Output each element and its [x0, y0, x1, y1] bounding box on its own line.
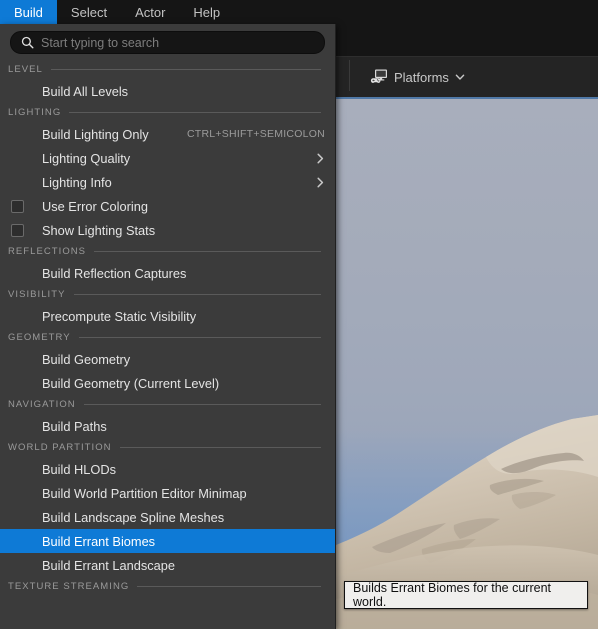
- menu-item-label: Show Lighting Stats: [42, 222, 156, 238]
- menu-section-label: VISIBILITY: [8, 289, 66, 300]
- menu-section-label: LIGHTING: [8, 107, 62, 118]
- menubar-item-help[interactable]: Help: [179, 0, 234, 24]
- menu-item[interactable]: Build Errant Landscape: [0, 553, 335, 577]
- toolbar-divider: [349, 60, 350, 91]
- menu-section-rule: [50, 69, 321, 70]
- checkbox-icon[interactable]: [11, 199, 24, 213]
- menu-section-label: WORLD PARTITION: [8, 442, 112, 453]
- menu-item-label: Use Error Coloring: [42, 198, 148, 214]
- menu-item-label: Lighting Quality: [42, 150, 131, 166]
- menu-section-rule: [119, 447, 321, 448]
- menu-item[interactable]: Build All Levels: [0, 79, 335, 103]
- tooltip-text: Builds Errant Biomes for the current wor…: [353, 581, 551, 609]
- menu-section-header: GEOMETRY: [0, 328, 335, 347]
- menu-item[interactable]: Lighting Quality: [0, 146, 335, 170]
- menu-section-label: REFLECTIONS: [8, 246, 87, 257]
- menu-item[interactable]: Precompute Static Visibility: [0, 304, 335, 328]
- menu-section-label: LEVEL: [8, 64, 43, 75]
- menubar-item-build[interactable]: Build: [0, 0, 57, 24]
- menu-item-label: Build Geometry: [42, 351, 131, 367]
- menubar-item-actor[interactable]: Actor: [121, 0, 179, 24]
- menu-section-header: WORLD PARTITION: [0, 438, 335, 457]
- menu-item-label: Build Errant Landscape: [42, 557, 176, 573]
- viewport-top-border: [336, 97, 598, 99]
- menubar-item-build-label: Build: [14, 4, 43, 20]
- menu-section-rule: [83, 404, 321, 405]
- menu-section-label: NAVIGATION: [8, 399, 76, 410]
- menu-section-header: LIGHTING: [0, 103, 335, 122]
- menu-item[interactable]: Build HLODs: [0, 457, 335, 481]
- menu-section-rule: [94, 251, 321, 252]
- platforms-label: Platforms: [394, 69, 449, 85]
- menu-section-header: REFLECTIONS: [0, 242, 335, 261]
- menu-section-header: NAVIGATION: [0, 395, 335, 414]
- menu-item[interactable]: Lighting Info: [0, 170, 335, 194]
- menu-item[interactable]: Build Geometry (Current Level): [0, 371, 335, 395]
- menu-item-label: Build All Levels: [42, 83, 129, 99]
- menu-search-box[interactable]: [10, 31, 325, 54]
- tooltip: Builds Errant Biomes for the current wor…: [344, 581, 588, 609]
- menu-item-icon-slot: [0, 223, 42, 237]
- editor-window: Platforms Builds Errant Biomes for the c…: [0, 0, 598, 629]
- menu-item-label: Build Geometry (Current Level): [42, 375, 220, 391]
- menu-section-rule: [69, 112, 321, 113]
- menubar: Build Select Actor Help: [0, 0, 234, 24]
- menu-section-rule: [73, 294, 321, 295]
- search-icon: [21, 36, 34, 49]
- menu-item-shortcut: CTRL+SHIFT+SEMICOLON: [186, 128, 325, 140]
- menubar-item-select-label: Select: [70, 4, 108, 20]
- menu-section-header: VISIBILITY: [0, 285, 335, 304]
- menu-item[interactable]: Build Errant Biomes: [0, 529, 335, 553]
- checkbox-icon[interactable]: [11, 223, 24, 237]
- menu-item-label: Build Errant Biomes: [42, 533, 156, 549]
- menu-item-label: Build Landscape Spline Meshes: [42, 509, 225, 525]
- main-toolbar: Platforms: [336, 56, 598, 97]
- menu-item[interactable]: Show Lighting Stats: [0, 218, 335, 242]
- menu-item[interactable]: Build World Partition Editor Minimap: [0, 481, 335, 505]
- platform-monitor-gamepad-icon: [370, 69, 388, 85]
- menu-section-header: LEVEL: [0, 60, 335, 79]
- toolbar-upper-strip: [336, 24, 598, 56]
- build-menu-dropdown: LEVEL Build All Levels LIGHTING Build Light…: [0, 24, 336, 629]
- menu-search-input[interactable]: [41, 35, 314, 50]
- menu-item-label: Build HLODs: [42, 461, 116, 477]
- menu-section-rule: [137, 586, 321, 587]
- chevron-right-icon: [308, 177, 325, 188]
- chevron-down-icon: [455, 72, 465, 82]
- level-viewport[interactable]: [336, 97, 598, 629]
- platforms-button[interactable]: Platforms: [364, 65, 471, 89]
- menu-item-label: Build Reflection Captures: [42, 265, 187, 281]
- menu-item-icon-slot: [0, 199, 42, 213]
- menu-item[interactable]: Build Geometry: [0, 347, 335, 371]
- menubar-item-select[interactable]: Select: [57, 0, 121, 24]
- menu-item[interactable]: Build Reflection Captures: [0, 261, 335, 285]
- menu-section-rule: [78, 337, 321, 338]
- menu-item-label: Precompute Static Visibility: [42, 308, 197, 324]
- menu-section-header: TEXTURE STREAMING: [0, 577, 335, 596]
- menu-item[interactable]: Build Lighting Only CTRL+SHIFT+SEMICOLON: [0, 122, 335, 146]
- menubar-item-help-label: Help: [193, 4, 221, 20]
- menu-item[interactable]: Use Error Coloring: [0, 194, 335, 218]
- menu-item-label: Build Paths: [42, 418, 107, 434]
- menu-item-label: Lighting Info: [42, 174, 112, 190]
- build-menu-list: LEVEL Build All Levels LIGHTING Build Light…: [0, 60, 335, 596]
- menu-item[interactable]: Build Paths: [0, 414, 335, 438]
- menu-item[interactable]: Build Landscape Spline Meshes: [0, 505, 335, 529]
- menu-section-label: TEXTURE STREAMING: [8, 581, 130, 592]
- menubar-item-actor-label: Actor: [135, 4, 166, 20]
- chevron-right-icon: [308, 153, 325, 164]
- menu-item-label: Build Lighting Only: [42, 126, 149, 142]
- menu-section-label: GEOMETRY: [8, 332, 71, 343]
- menu-search-area: [0, 24, 335, 60]
- menu-item-label: Build World Partition Editor Minimap: [42, 485, 247, 501]
